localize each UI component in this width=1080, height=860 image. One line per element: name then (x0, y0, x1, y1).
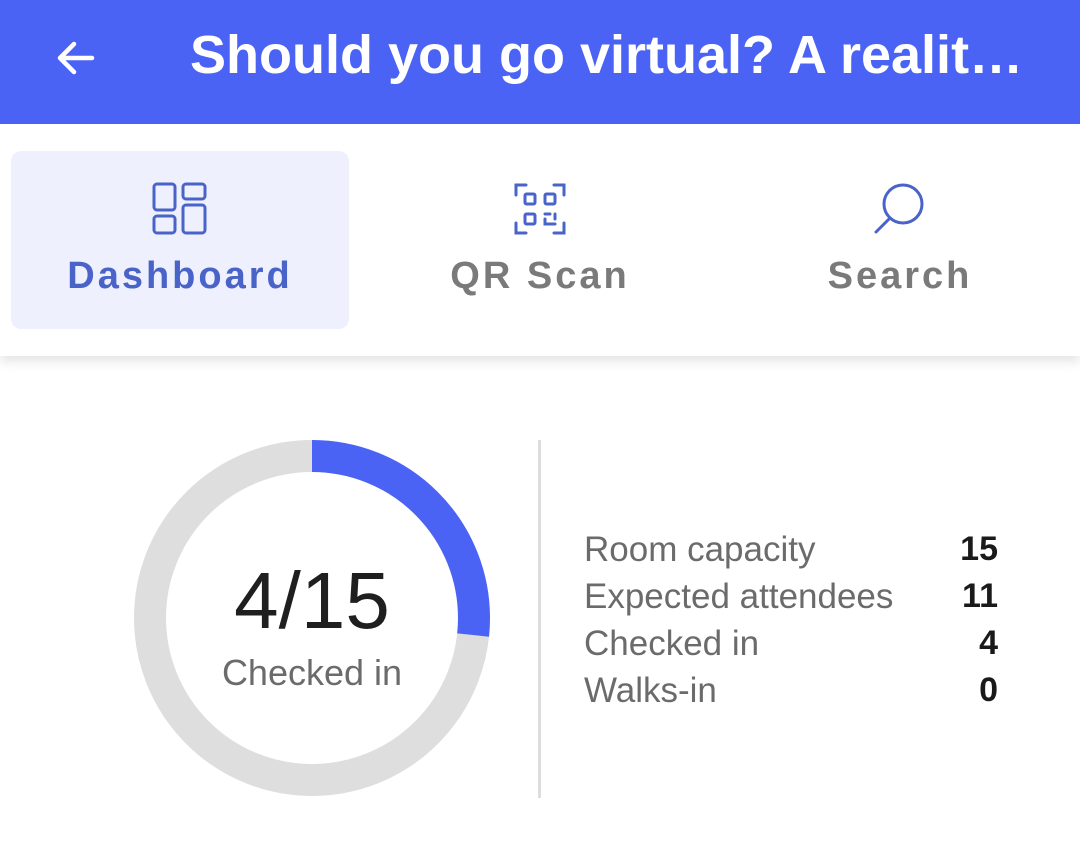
app-bar: Should you go virtual? A reality check (0, 0, 1080, 124)
dashboard-icon (152, 182, 207, 235)
qr-scan-icon (514, 183, 566, 235)
page-title: Should you go virtual? A reality check (190, 25, 1050, 85)
stat-row-walks-in: Walks-in 0 (584, 667, 998, 714)
tab-label: Dashboard (67, 255, 293, 297)
stat-row-checked-in: Checked in 4 (584, 620, 998, 667)
stat-row-room-capacity: Room capacity 15 (584, 526, 998, 573)
tab-label: QR Scan (450, 255, 630, 297)
stat-label: Walks-in (584, 670, 717, 710)
tab-qr-scan[interactable]: QR Scan (371, 151, 709, 329)
arrow-left-icon (57, 41, 95, 75)
stat-row-expected-attendees: Expected attendees 11 (584, 573, 998, 620)
stat-value: 15 (960, 530, 998, 568)
tab-dashboard[interactable]: Dashboard (11, 151, 349, 329)
stat-label: Expected attendees (584, 576, 894, 616)
checkin-caption: Checked in (221, 652, 403, 693)
tab-label: Search (827, 255, 973, 297)
search-icon (874, 183, 924, 234)
back-button[interactable] (40, 22, 112, 94)
vertical-divider (538, 440, 541, 798)
stat-label: Checked in (584, 623, 760, 663)
tab-search[interactable]: Search (731, 151, 1069, 329)
stat-value: 4 (979, 624, 998, 662)
stat-value: 11 (962, 577, 998, 615)
checkin-ratio: 4/15 (234, 556, 390, 645)
tab-bar: Dashboard QR Scan Search (0, 124, 1080, 356)
stat-value: 0 (979, 671, 998, 709)
stat-label: Room capacity (584, 529, 816, 569)
stats-list: Room capacity 15 Expected attendees 11 C… (584, 526, 998, 714)
